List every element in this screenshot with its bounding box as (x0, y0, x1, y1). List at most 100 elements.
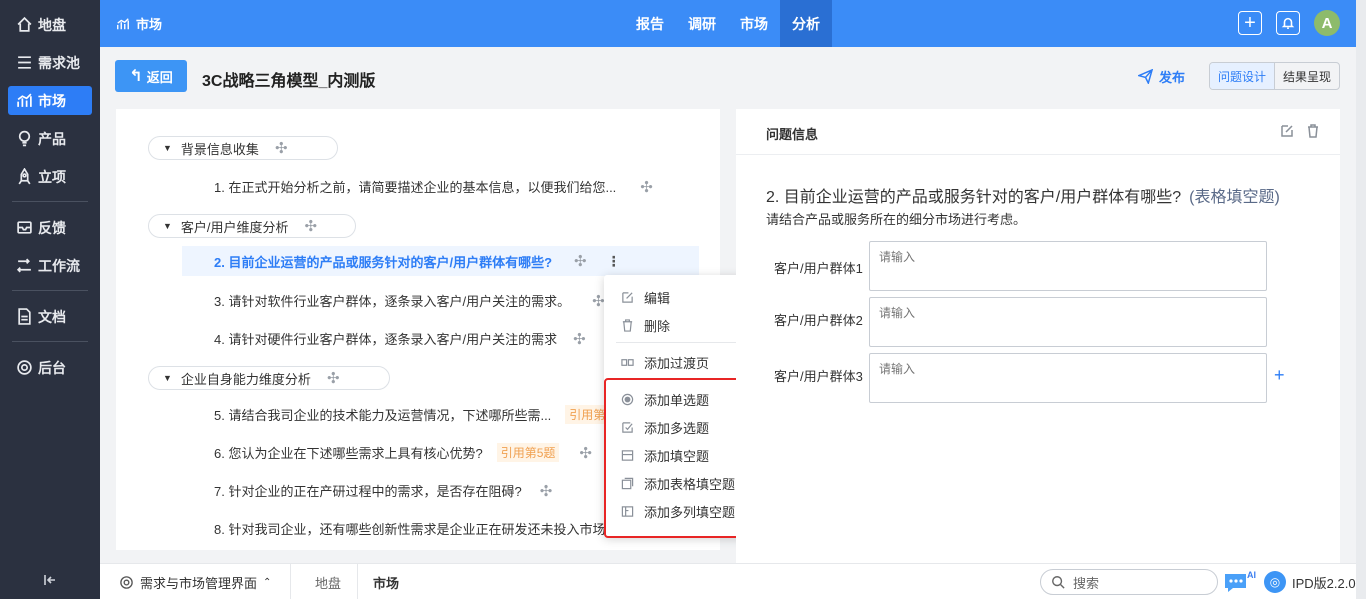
drag-handle-icon[interactable]: ✣ (579, 444, 592, 462)
group-header[interactable]: ▼ 客户/用户维度分析 ✣ (148, 214, 356, 238)
sidebar-item-label: 产品 (38, 130, 66, 147)
drag-handle-icon[interactable]: ✣ (540, 482, 553, 500)
question-item[interactable]: 7. 针对企业的正在产研过程中的需求，是否存在阻碍? ✣ (214, 481, 552, 500)
drag-handle-icon[interactable]: ✣ (574, 252, 587, 270)
sidebar-item-market[interactable]: 市场 (8, 86, 92, 115)
sidebar-item-workflow[interactable]: 工作流 (8, 251, 92, 280)
tab-question-design[interactable]: 问题设计 (1210, 63, 1276, 89)
sidebar-item-documents[interactable]: 文档 (8, 302, 92, 331)
drag-handle-icon[interactable]: ✣ (275, 139, 288, 157)
caret-down-icon[interactable]: ▼ (163, 373, 172, 383)
gear-icon (15, 359, 33, 377)
bottom-bar: 需求与市场管理界面 ⌃ 地盘 市场 搜索 AI ◎ IPD版2.2.0 (100, 563, 1356, 599)
menu-item-add-transition-page[interactable]: 添加过渡页 (604, 348, 750, 376)
question-info-panel: 问题信息 2. 目前企业运营的产品或服务针对的客户/用户群体有哪些? (表格填空题… (736, 109, 1340, 564)
chevron-up-icon: ⌃ (263, 576, 272, 588)
sidebar-item-product[interactable]: 产品 (8, 124, 92, 153)
question-title: 2. 目前企业运营的产品或服务针对的客户/用户群体有哪些? (表格填空题) (766, 189, 1280, 206)
sidebar-item-label: 市场 (38, 92, 66, 109)
drag-handle-icon[interactable]: ✣ (573, 330, 586, 348)
page-title: 3C战略三角模型_内测版 (202, 73, 376, 90)
question-item[interactable]: 3. 请针对软件行业客户群体，逐条录入客户/用户关注的需求。 ✣ (214, 291, 605, 310)
chart-icon (117, 17, 129, 29)
document-icon (15, 308, 33, 326)
customer-group-1-input[interactable] (869, 241, 1267, 291)
group-header[interactable]: ▼ 背景信息收集 ✣ (148, 136, 338, 160)
notification-button[interactable] (1276, 11, 1300, 35)
top-bar-title: 市场 (116, 0, 162, 47)
trash-icon (620, 318, 634, 332)
sidebar: 地盘 需求池 市场 产品 立项 反馈 工作流 文档 后台 (0, 0, 100, 599)
page-scrollbar[interactable] (1356, 0, 1366, 599)
trash-icon[interactable] (1306, 124, 1320, 138)
row-label: 客户/用户群体3 (774, 369, 863, 384)
question-item[interactable]: 1. 在正式开始分析之前，请简要描述企业的基本信息，以便我们给您... ✣ (214, 177, 653, 196)
menu-item-edit[interactable]: 编辑 (604, 283, 750, 311)
sidebar-item-label: 地盘 (38, 16, 66, 33)
view-switch: 问题设计 结果呈现 (1209, 62, 1341, 90)
search-icon (1052, 576, 1065, 589)
top-bar: 市场 报告 调研 市场 分析 + A (100, 0, 1356, 47)
customer-group-3-input[interactable] (869, 353, 1267, 403)
sidebar-item-label: 需求池 (38, 54, 80, 71)
group-header[interactable]: ▼ 企业自身能力维度分析 ✣ (148, 366, 390, 390)
rocket-icon (15, 168, 33, 186)
question-item[interactable]: 4. 请针对硬件行业客户群体，逐条录入客户/用户关注的需求 ✣ (214, 329, 586, 348)
more-options-icon[interactable]: ⋮ (607, 253, 621, 270)
tab-research[interactable]: 调研 (676, 0, 728, 47)
app-switcher[interactable]: 需求与市场管理界面 ⌃ (119, 564, 271, 599)
tab-report[interactable]: 报告 (624, 0, 676, 47)
sidebar-item-label: 文档 (38, 308, 66, 325)
ai-assistant-icon[interactable]: AI (1222, 568, 1258, 596)
collapse-sidebar-icon[interactable] (42, 572, 58, 588)
caret-down-icon[interactable]: ▼ (163, 143, 172, 153)
tab-result-view[interactable]: 结果呈现 (1275, 63, 1339, 89)
transition-page-icon (620, 355, 634, 369)
ai-label: AI (1247, 570, 1256, 580)
question-item[interactable]: 6. 您认为企业在下述哪些需求上具有核心优势? 引用第5题 ✣ (214, 443, 592, 462)
bell-icon (1281, 17, 1295, 30)
panel-header: 问题信息 (736, 109, 1340, 155)
bulb-icon (15, 130, 33, 148)
add-row-button[interactable]: + (1274, 365, 1285, 386)
menu-item-delete[interactable]: 删除 (604, 311, 750, 339)
divider (357, 564, 358, 599)
sidebar-item-feedback[interactable]: 反馈 (8, 213, 92, 242)
search-input[interactable]: 搜索 (1040, 569, 1218, 595)
caret-down-icon[interactable]: ▼ (163, 221, 172, 231)
drag-handle-icon[interactable]: ✣ (592, 292, 605, 310)
home-icon (15, 16, 33, 34)
breadcrumb-home[interactable]: 地盘 (315, 564, 341, 599)
customer-group-2-input[interactable] (869, 297, 1267, 347)
app-gear-icon (120, 575, 133, 589)
breadcrumb-market[interactable]: 市场 (373, 564, 399, 599)
tab-market[interactable]: 市场 (728, 0, 780, 47)
sidebar-item-project[interactable]: 立项 (8, 162, 92, 191)
sidebar-item-home[interactable]: 地盘 (8, 10, 92, 39)
sidebar-item-label: 立项 (38, 168, 66, 185)
sidebar-item-admin[interactable]: 后台 (8, 353, 92, 382)
top-nav: 报告 调研 市场 分析 (624, 0, 832, 47)
drag-handle-icon[interactable]: ✣ (305, 217, 318, 235)
back-button[interactable]: ↰ 返回 (115, 60, 187, 92)
drag-handle-icon[interactable]: ✣ (327, 369, 340, 387)
feedback-icon (15, 219, 33, 237)
sidebar-divider (12, 201, 88, 202)
question-item[interactable]: 5. 请结合我司企业的技术能力及运营情况，下述哪所些需... 引用第 (214, 405, 610, 424)
edit-icon (620, 290, 634, 304)
sidebar-item-requirement-pool[interactable]: 需求池 (8, 48, 92, 77)
workflow-icon (15, 257, 33, 275)
edit-icon[interactable] (1280, 124, 1294, 138)
question-item[interactable]: 8. 针对我司企业，还有哪些创新性需求是企业正在研发还未投入市场 (214, 519, 605, 538)
publish-button[interactable]: 发布 (1138, 67, 1185, 86)
sidebar-divider (12, 341, 88, 342)
question-description: 请结合产品或服务所在的细分市场进行考虑。 (766, 212, 1027, 227)
drag-handle-icon[interactable]: ✣ (640, 178, 653, 196)
tab-analysis[interactable]: 分析 (780, 0, 832, 47)
question-type: (表格填空题) (1189, 189, 1280, 206)
question-item-selected[interactable]: 2. 目前企业运营的产品或服务针对的客户/用户群体有哪些? ✣ ⋮ (182, 246, 699, 276)
reference-tag: 引用第 (565, 405, 610, 424)
row-label: 客户/用户群体2 (774, 313, 863, 328)
add-button[interactable]: + (1238, 11, 1262, 35)
avatar[interactable]: A (1314, 10, 1340, 36)
